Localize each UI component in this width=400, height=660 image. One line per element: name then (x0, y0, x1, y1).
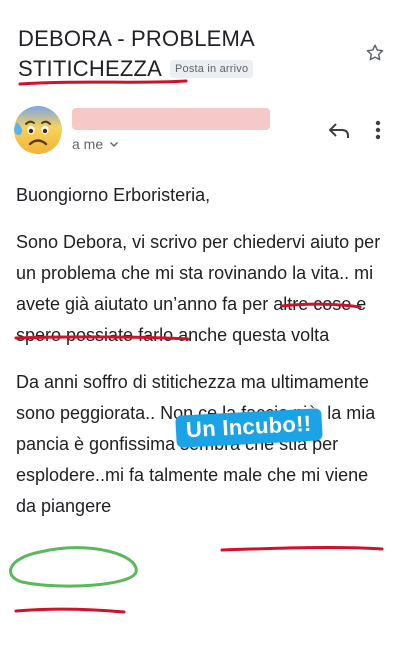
more-vert-icon[interactable] (372, 118, 384, 142)
recipient-label: a me (72, 136, 104, 152)
star-outline-icon[interactable] (364, 42, 386, 64)
sender-row: a me (0, 100, 400, 160)
intro-paragraph: Sono Debora, vi scrivo per chiedervi aiu… (16, 232, 381, 345)
inbox-label-badge[interactable]: Posta in arrivo (169, 60, 254, 78)
underline-esplodere (14, 607, 126, 614)
email-body: Buongiorno Erboristeria, Sono Debora, vi… (16, 180, 388, 538)
redacted-sender-name[interactable] (72, 108, 270, 130)
anxious-sweat-emoji-avatar[interactable] (8, 102, 64, 158)
reply-icon[interactable] (327, 120, 351, 140)
subject-line-2-row: STITICHEZZA Posta in arrivo (18, 54, 348, 84)
greeting-paragraph: Buongiorno Erboristeria, (16, 185, 211, 205)
subject-line-2: STITICHEZZA (18, 56, 162, 81)
email-subject: DEBORA - PROBLEMA STITICHEZZA Posta in a… (18, 24, 348, 84)
recipient-details-toggle[interactable]: a me (72, 136, 119, 152)
underline-pancia (220, 545, 384, 552)
circle-gonfissima (9, 546, 138, 588)
chevron-down-icon (110, 142, 119, 147)
subject-line-1: DEBORA - PROBLEMA (18, 26, 255, 51)
